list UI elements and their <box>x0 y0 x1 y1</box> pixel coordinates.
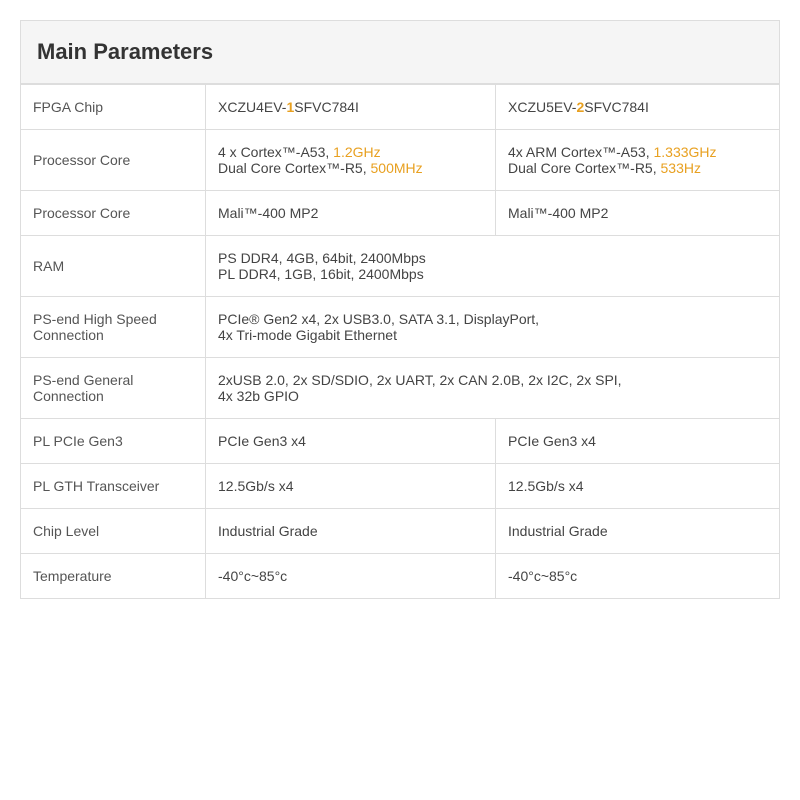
row-label: FPGA Chip <box>21 85 206 130</box>
table-row: PS-end General Connection2xUSB 2.0, 2x S… <box>21 358 780 419</box>
value-wide: PCIe® Gen2 x4, 2x USB3.0, SATA 3.1, Disp… <box>206 297 780 358</box>
table-row: PS-end High Speed ConnectionPCIe® Gen2 x… <box>21 297 780 358</box>
value-v1: 12.5Gb/s x4 <box>206 464 496 509</box>
table-row: FPGA ChipXCZU4EV-1SFVC784IXCZU5EV-2SFVC7… <box>21 85 780 130</box>
table-row: PL PCIe Gen3PCIe Gen3 x4PCIe Gen3 x4 <box>21 419 780 464</box>
value-v2: Mali™-400 MP2 <box>496 191 780 236</box>
value-v1: Mali™-400 MP2 <box>206 191 496 236</box>
row-label: RAM <box>21 236 206 297</box>
table-row: Chip LevelIndustrial GradeIndustrial Gra… <box>21 509 780 554</box>
value-wide: PS DDR4, 4GB, 64bit, 2400MbpsPL DDR4, 1G… <box>206 236 780 297</box>
value-v2: -40°c~85°c <box>496 554 780 599</box>
value-v1: -40°c~85°c <box>206 554 496 599</box>
value-v1: Industrial Grade <box>206 509 496 554</box>
chip-v2: XCZU5EV-2SFVC784I <box>496 85 780 130</box>
row-label: Chip Level <box>21 509 206 554</box>
row-label: PL GTH Transceiver <box>21 464 206 509</box>
table-row: RAMPS DDR4, 4GB, 64bit, 2400MbpsPL DDR4,… <box>21 236 780 297</box>
table-row: Temperature-40°c~85°c-40°c~85°c <box>21 554 780 599</box>
processor-core-v2: 4x ARM Cortex™-A53, 1.333GHzDual Core Co… <box>496 130 780 191</box>
page-title: Main Parameters <box>20 20 780 84</box>
row-label: Temperature <box>21 554 206 599</box>
row-label: Processor Core <box>21 130 206 191</box>
chip-v1: XCZU4EV-1SFVC784I <box>206 85 496 130</box>
value-v2: Industrial Grade <box>496 509 780 554</box>
value-v2: 12.5Gb/s x4 <box>496 464 780 509</box>
row-label: PS-end High Speed Connection <box>21 297 206 358</box>
table-row: PL GTH Transceiver12.5Gb/s x412.5Gb/s x4 <box>21 464 780 509</box>
value-wide: 2xUSB 2.0, 2x SD/SDIO, 2x UART, 2x CAN 2… <box>206 358 780 419</box>
row-label: PS-end General Connection <box>21 358 206 419</box>
processor-core-v1: 4 x Cortex™-A53, 1.2GHzDual Core Cortex™… <box>206 130 496 191</box>
value-v1: PCIe Gen3 x4 <box>206 419 496 464</box>
row-label: PL PCIe Gen3 <box>21 419 206 464</box>
value-v2: PCIe Gen3 x4 <box>496 419 780 464</box>
row-label: Processor Core <box>21 191 206 236</box>
table-row: Processor CoreMali™-400 MP2Mali™-400 MP2 <box>21 191 780 236</box>
table-row: Processor Core4 x Cortex™-A53, 1.2GHzDua… <box>21 130 780 191</box>
